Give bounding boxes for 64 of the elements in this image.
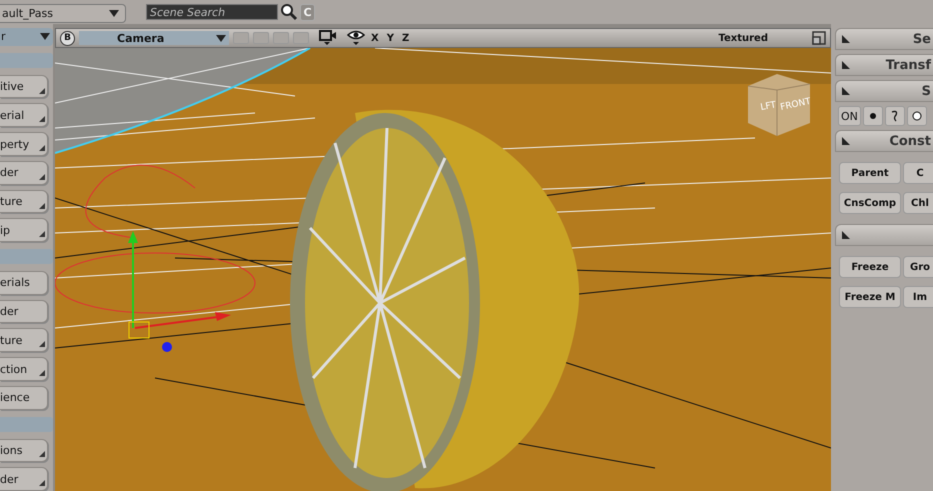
corner-arrow-icon bbox=[39, 202, 45, 208]
collapse-triangle-icon bbox=[842, 137, 850, 145]
maximize-icon[interactable] bbox=[812, 31, 826, 45]
tool-button[interactable]: Gro bbox=[903, 256, 933, 278]
eye-icon[interactable] bbox=[347, 30, 365, 46]
tool-button[interactable]: perty bbox=[0, 132, 48, 156]
corner-arrow-icon bbox=[39, 370, 45, 376]
curve-icon[interactable] bbox=[884, 106, 905, 126]
section-header bbox=[0, 52, 53, 68]
section-header[interactable]: Se bbox=[835, 28, 933, 50]
tool-button[interactable]: ions bbox=[0, 438, 48, 462]
corner-arrow-icon bbox=[39, 480, 45, 486]
tool-button[interactable]: Freeze bbox=[839, 256, 901, 278]
tool-button[interactable]: Freeze M bbox=[839, 286, 901, 308]
section-header[interactable]: Const bbox=[835, 130, 933, 152]
tool-button[interactable]: itive bbox=[0, 74, 48, 98]
tool-button[interactable]: der bbox=[0, 300, 48, 324]
tool-button[interactable]: ction bbox=[0, 357, 48, 381]
caret-icon bbox=[40, 33, 50, 40]
tool-button[interactable]: ture bbox=[0, 328, 48, 352]
section-header[interactable]: S bbox=[835, 80, 933, 102]
collapse-triangle-icon bbox=[842, 231, 850, 239]
tool-button[interactable]: Parent bbox=[839, 162, 901, 184]
corner-arrow-icon bbox=[39, 231, 45, 238]
caret-icon bbox=[216, 34, 226, 42]
b-button[interactable]: B bbox=[60, 30, 75, 46]
section-header bbox=[0, 416, 53, 432]
point-icon[interactable] bbox=[862, 106, 883, 126]
display-mode-menu[interactable]: Textured bbox=[718, 32, 768, 44]
axis-toggle[interactable]: Y bbox=[384, 32, 396, 44]
tool-button[interactable]: Chl bbox=[903, 192, 933, 214]
axis-toggle[interactable]: X bbox=[369, 32, 381, 44]
tool-button[interactable]: erial bbox=[0, 103, 48, 128]
video-camera-icon[interactable] bbox=[319, 30, 337, 46]
tool-button[interactable]: ip bbox=[0, 218, 48, 242]
corner-arrow-icon bbox=[39, 451, 45, 458]
cube-face-label: LFT bbox=[760, 100, 777, 113]
corner-arrow-icon bbox=[39, 174, 45, 180]
tool-button[interactable]: C bbox=[903, 162, 933, 184]
axis-toggle[interactable]: Z bbox=[400, 32, 412, 44]
caret-icon bbox=[109, 10, 119, 16]
search-field[interactable]: Scene Search bbox=[146, 4, 278, 20]
tool-button[interactable]: der bbox=[0, 160, 48, 185]
section-header bbox=[0, 249, 53, 264]
collapse-triangle-icon bbox=[842, 35, 850, 43]
tool-button[interactable]: der bbox=[0, 467, 48, 491]
on-button[interactable]: ON bbox=[838, 106, 861, 126]
section-header[interactable]: Transf bbox=[835, 54, 933, 76]
dropdown[interactable]: r bbox=[0, 28, 53, 46]
tool-button[interactable]: Im bbox=[903, 286, 933, 308]
tool-button[interactable]: ture bbox=[0, 190, 48, 214]
corner-arrow-icon bbox=[39, 341, 45, 348]
tool-button[interactable]: erials bbox=[0, 270, 48, 295]
camera-dropdown[interactable]: Camera bbox=[79, 31, 229, 45]
tool-button[interactable]: CnsComp bbox=[839, 192, 901, 214]
tool-button[interactable]: ience bbox=[0, 386, 48, 410]
corner-arrow-icon bbox=[39, 145, 45, 151]
cube-face-label: FRONT bbox=[780, 96, 812, 113]
collapse-triangle-icon bbox=[842, 87, 850, 95]
collapse-triangle-icon bbox=[842, 61, 850, 69]
search-icon[interactable] bbox=[280, 3, 298, 21]
corner-arrow-icon bbox=[39, 116, 45, 122]
corner-arrow-icon bbox=[39, 88, 45, 94]
pass-dropdown[interactable]: ault_Pass bbox=[0, 4, 126, 22]
